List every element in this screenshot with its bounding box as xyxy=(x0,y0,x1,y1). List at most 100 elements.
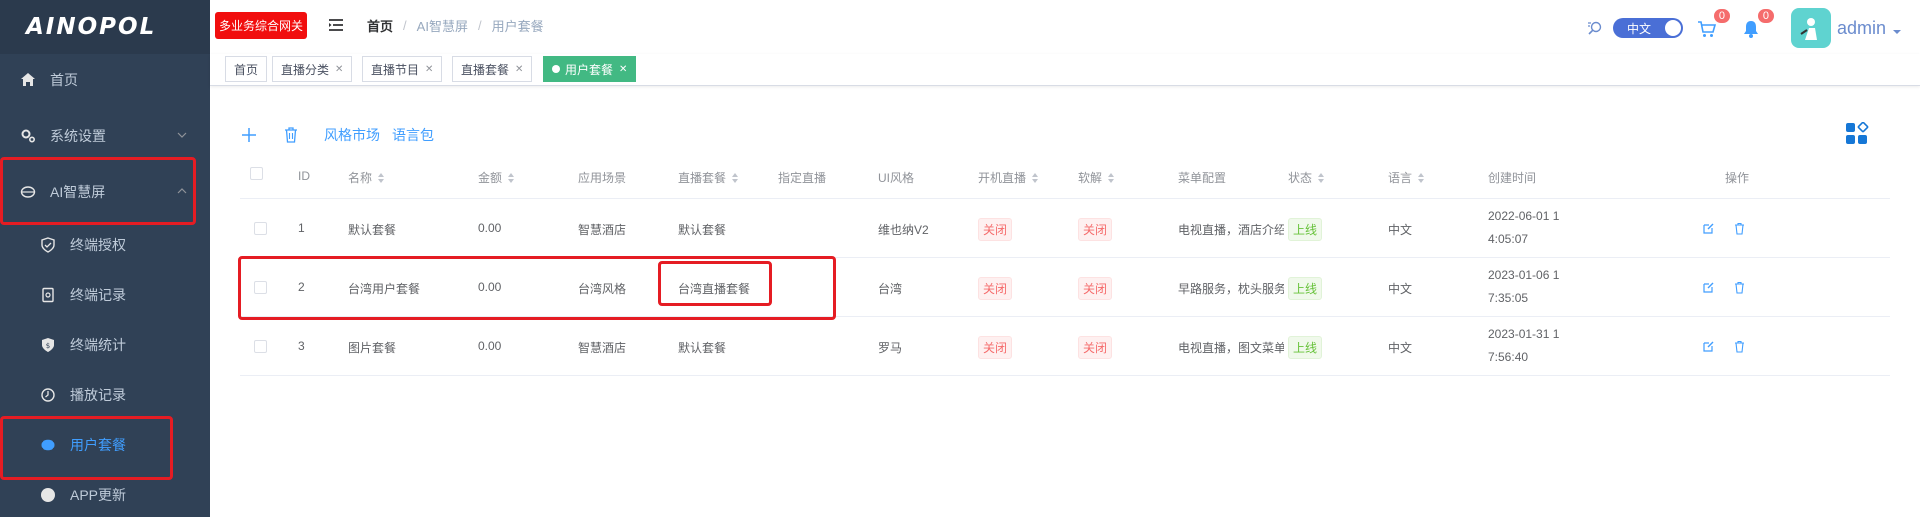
sidebar-item-label: 终端统计 xyxy=(70,337,126,353)
sidebar-item-ai-screen[interactable]: AI智慧屏 xyxy=(0,170,210,214)
tag-label: 直播节目 xyxy=(371,62,420,77)
sort-icon xyxy=(508,172,515,183)
sidebar-item-terminal-records[interactable]: 终端记录 xyxy=(0,273,210,317)
hamburger-icon[interactable] xyxy=(327,16,345,34)
cell-language: 中文 xyxy=(1388,341,1413,355)
delete-icon[interactable] xyxy=(1733,281,1746,294)
cell-created-time: 7:35:05 xyxy=(1488,291,1529,305)
delete-icon[interactable] xyxy=(1733,222,1746,235)
tag-label: 直播套餐 xyxy=(461,62,510,77)
header-cell[interactable]: 状态 xyxy=(1288,169,1325,186)
cart-button[interactable]: 0 xyxy=(1697,8,1731,40)
delete-icon[interactable] xyxy=(282,126,300,144)
table-row[interactable]: 1 默认套餐 0.00 智慧酒店 默认套餐 维也纳V2 关闭 关闭 电视直播，酒… xyxy=(240,199,1890,258)
header-cell[interactable]: 直播套餐 xyxy=(678,169,739,186)
sidebar-item-app-update[interactable]: APP更新 xyxy=(0,473,210,517)
sort-icon xyxy=(1418,172,1425,183)
sidebar-item-terminal-auth[interactable]: 终端授权 xyxy=(0,223,210,267)
cell-id: 1 xyxy=(298,221,305,235)
language-pack-link[interactable]: 语言包 xyxy=(392,125,434,145)
cell-ui-style: 维也纳V2 xyxy=(878,223,929,237)
cell-amount: 0.00 xyxy=(478,221,502,235)
grid-view-icon[interactable] xyxy=(1845,122,1869,146)
business-gateway-badge[interactable]: 多业务综合网关 xyxy=(215,11,308,39)
username[interactable]: admin xyxy=(1837,18,1886,39)
tag-live-program[interactable]: 直播节目 ✕ xyxy=(362,56,443,82)
cell-language: 中文 xyxy=(1388,223,1413,237)
search-icon[interactable] xyxy=(1587,20,1603,36)
edit-icon[interactable] xyxy=(1702,222,1715,235)
tag-label: 用户套餐 xyxy=(565,62,614,77)
header-cell[interactable]: 软解 xyxy=(1078,169,1115,186)
row-checkbox[interactable] xyxy=(254,222,267,235)
cell-id: 3 xyxy=(298,339,305,353)
close-icon[interactable]: ✕ xyxy=(425,64,433,75)
table-row[interactable]: 3 图片套餐 0.00 智慧酒店 默认套餐 罗马 关闭 关闭 电视直播，图文菜单… xyxy=(240,317,1890,376)
close-icon[interactable]: ✕ xyxy=(335,64,343,75)
cell-created-date: 2023-01-06 1 xyxy=(1488,268,1560,282)
notification-count-badge: 0 xyxy=(1756,8,1775,24)
sidebar-item-home[interactable]: 首页 xyxy=(0,58,210,102)
sidebar-item-label: 首页 xyxy=(50,72,78,88)
close-icon[interactable]: ✕ xyxy=(619,64,627,75)
cell-amount: 0.00 xyxy=(478,339,502,353)
tag-user-package[interactable]: 用户套餐 ✕ xyxy=(543,56,637,82)
cell-live-package: 台湾直播套餐 xyxy=(678,282,751,296)
cell-live-package: 默认套餐 xyxy=(678,341,727,355)
tag-live-package[interactable]: 直播套餐 ✕ xyxy=(452,56,533,82)
add-icon[interactable] xyxy=(240,126,258,144)
breadcrumb-separator: / xyxy=(477,17,482,33)
switch-knob xyxy=(1664,20,1681,36)
select-all-checkbox[interactable] xyxy=(250,167,263,180)
sidebar-item-system-settings[interactable]: 系统设置 xyxy=(0,114,210,158)
header-cell[interactable]: 名称 xyxy=(348,169,385,186)
soft-decode-status-tag: 关闭 xyxy=(1078,336,1113,359)
sidebar-item-user-package[interactable]: 用户套餐 xyxy=(0,423,210,467)
sidebar-item-play-records[interactable]: 播放记录 xyxy=(0,373,210,417)
soft-decode-status-tag: 关闭 xyxy=(1078,277,1113,300)
cell-name: 台湾用户套餐 xyxy=(348,282,421,296)
header-cell[interactable]: 开机直播 xyxy=(978,169,1039,186)
screen-icon xyxy=(18,182,38,202)
cell-name: 图片套餐 xyxy=(348,341,397,355)
close-icon[interactable]: ✕ xyxy=(515,64,523,75)
sidebar-item-label: 系统设置 xyxy=(50,128,106,144)
header-cell[interactable]: ID xyxy=(298,169,310,183)
style-market-link[interactable]: 风格市场 xyxy=(324,125,380,145)
row-checkbox[interactable] xyxy=(254,340,267,353)
sidebar-item-label: 终端授权 xyxy=(70,237,126,253)
notification-button[interactable]: 0 xyxy=(1741,8,1775,40)
table-row[interactable]: 2 台湾用户套餐 0.00 台湾风格 台湾直播套餐 台湾 关闭 关闭 早路服务，… xyxy=(240,258,1890,317)
sidebar-item-label: 播放记录 xyxy=(70,387,126,403)
header-cell: UI风格 xyxy=(878,171,915,185)
cell-created-date: 2023-01-31 1 xyxy=(1488,327,1560,341)
cell-ui-style: 罗马 xyxy=(878,341,903,355)
tag-home[interactable]: 首页 xyxy=(225,56,268,82)
toolbar: 风格市场 语言包 xyxy=(240,125,446,145)
breadcrumb-home[interactable]: 首页 xyxy=(367,16,393,35)
caret-down-icon[interactable] xyxy=(1892,27,1902,37)
sort-icon xyxy=(1032,172,1039,183)
active-dot xyxy=(552,65,560,73)
edit-icon[interactable] xyxy=(1702,281,1715,294)
header-cell: 菜单配置 xyxy=(1178,171,1227,185)
cell-menu-config: 早路服务，枕头服务 xyxy=(1178,282,1284,296)
header-cell: 操作 xyxy=(1725,171,1750,185)
breadcrumb-separator: / xyxy=(403,17,407,33)
cell-scene: 智慧酒店 xyxy=(578,223,627,237)
bell-icon xyxy=(1743,21,1758,38)
cell-created-date: 2022-06-01 1 xyxy=(1488,209,1560,223)
header-cell[interactable]: 语言 xyxy=(1388,169,1425,186)
edit-icon[interactable] xyxy=(1702,340,1715,353)
chevron-down-icon xyxy=(177,132,187,138)
header-cell[interactable]: 金额 xyxy=(478,169,515,186)
stats-icon: $ xyxy=(38,335,58,355)
delete-icon[interactable] xyxy=(1733,340,1746,353)
app-root: AINOPOL 首页 系统设置 AI智慧屏 终端授权 终端记录 $ 终端统计 播… xyxy=(0,0,1920,517)
avatar[interactable] xyxy=(1790,8,1831,48)
row-checkbox[interactable] xyxy=(254,281,267,294)
tag-live-category[interactable]: 直播分类 ✕ xyxy=(272,56,353,82)
language-switch[interactable]: 中文 xyxy=(1612,18,1683,38)
sidebar-item-terminal-stats[interactable]: $ 终端统计 xyxy=(0,323,210,367)
sort-icon xyxy=(1318,172,1325,183)
